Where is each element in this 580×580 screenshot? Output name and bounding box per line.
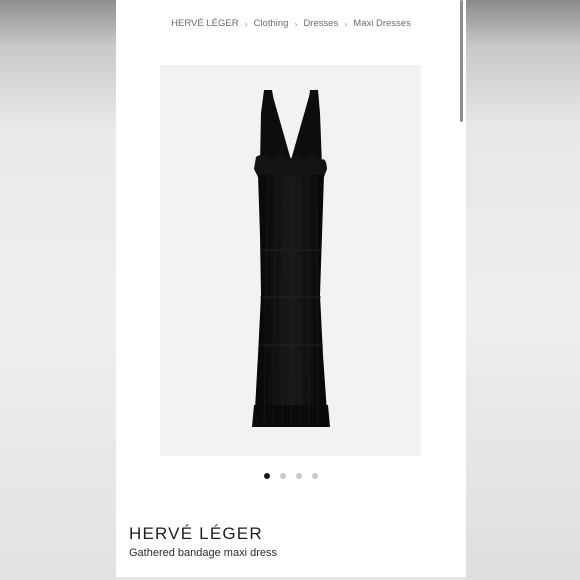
carousel-dot-4[interactable] — [312, 473, 318, 479]
product-name: Gathered bandage maxi dress — [129, 547, 277, 559]
black-maxi-dress-image — [252, 90, 330, 427]
breadcrumb-item-dresses[interactable]: Dresses — [303, 18, 338, 29]
carousel-dot-3[interactable] — [296, 473, 302, 479]
scrollbar-thumb[interactable] — [460, 0, 463, 122]
breadcrumb-item-maxi-dresses[interactable]: Maxi Dresses — [353, 18, 411, 29]
breadcrumb-separator-icon: › — [294, 18, 298, 29]
breadcrumb-separator-icon: › — [244, 18, 248, 29]
breadcrumb-item-clothing[interactable]: Clothing — [254, 18, 289, 29]
background-left — [0, 0, 116, 580]
breadcrumb: HERVÉ LÉGER › Clothing › Dresses › Maxi … — [116, 18, 466, 29]
product-image[interactable] — [160, 65, 421, 456]
breadcrumb-separator-icon: › — [344, 18, 348, 29]
background-right — [466, 0, 580, 580]
product-brand[interactable]: HERVÉ LÉGER — [129, 524, 263, 544]
product-page: HERVÉ LÉGER › Clothing › Dresses › Maxi … — [116, 0, 466, 580]
image-carousel-indicator — [116, 473, 466, 479]
breadcrumb-item-brand[interactable]: HERVÉ LÉGER — [171, 18, 238, 29]
carousel-dot-2[interactable] — [280, 473, 286, 479]
carousel-dot-1[interactable] — [264, 473, 270, 479]
